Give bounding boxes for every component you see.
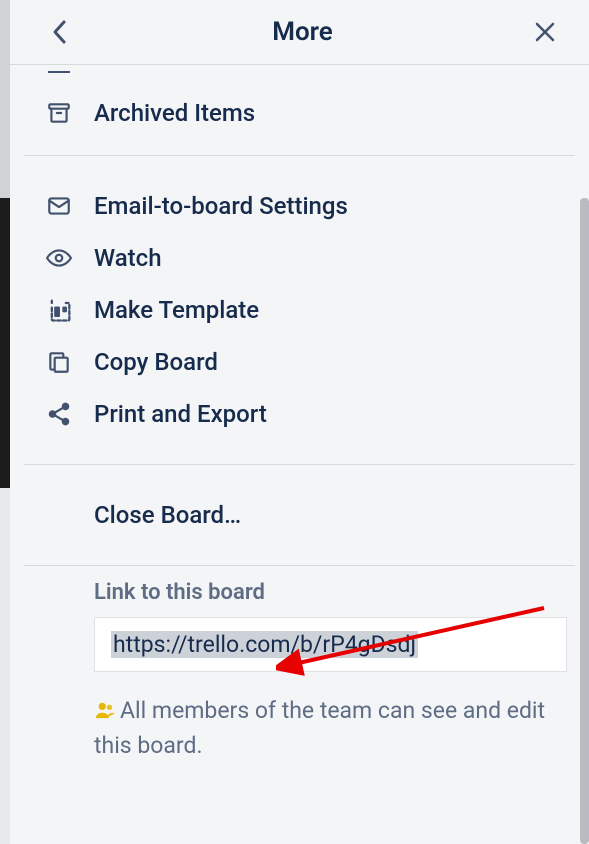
scrollbar-thumb[interactable] [580, 198, 589, 844]
link-section: Link to this board https://trello.com/b/… [24, 580, 575, 764]
close-button[interactable] [527, 14, 563, 50]
panel-title: More [272, 17, 333, 47]
menu-item-print[interactable]: Print and Export [24, 388, 575, 440]
divider [24, 155, 575, 156]
copy-icon [46, 349, 72, 375]
partial-icon [46, 69, 94, 75]
menu-label-archived: Archived Items [94, 99, 255, 127]
background-sliver-dark [0, 198, 10, 488]
board-link-value: https://trello.com/b/rP4gDsdj [111, 631, 418, 658]
group-icon [94, 695, 116, 730]
board-link-input[interactable]: https://trello.com/b/rP4gDsdj [94, 617, 567, 672]
menu-label-copy: Copy Board [94, 348, 218, 376]
menu-label-print: Print and Export [94, 400, 267, 428]
panel-content: Archived Items Email-to-board Settings W… [10, 65, 589, 844]
back-button[interactable] [42, 14, 78, 50]
close-icon [533, 20, 557, 44]
menu-item-template[interactable]: Make Template [24, 284, 575, 336]
email-icon [46, 193, 72, 219]
menu-item-email[interactable]: Email-to-board Settings [24, 180, 575, 232]
share-icon [46, 401, 72, 427]
permission-text: All members of the team can see and edit… [94, 697, 545, 759]
divider [24, 464, 575, 465]
eye-icon [46, 245, 72, 271]
menu-label-close-board: Close Board… [94, 501, 241, 529]
menu-label-watch: Watch [94, 244, 162, 272]
divider [24, 565, 575, 566]
menu-label-email: Email-to-board Settings [94, 192, 348, 220]
menu-item-copy[interactable]: Copy Board [24, 336, 575, 388]
menu-item-close-board[interactable]: Close Board… [24, 489, 575, 541]
permission-text-container: All members of the team can see and edit… [94, 694, 567, 764]
background-sliver-bottom [0, 488, 10, 844]
more-menu-panel: More Archived Items [10, 0, 589, 844]
template-icon [46, 296, 74, 324]
menu-item-watch[interactable]: Watch [24, 232, 575, 284]
panel-header: More [10, 0, 589, 65]
chevron-left-icon [52, 19, 68, 45]
menu-item-archived[interactable]: Archived Items [24, 87, 575, 139]
link-label: Link to this board [94, 580, 567, 605]
background-sliver [0, 0, 10, 198]
menu-item-partial[interactable] [24, 65, 575, 87]
menu-label-template: Make Template [94, 296, 259, 324]
archive-icon [46, 100, 72, 126]
